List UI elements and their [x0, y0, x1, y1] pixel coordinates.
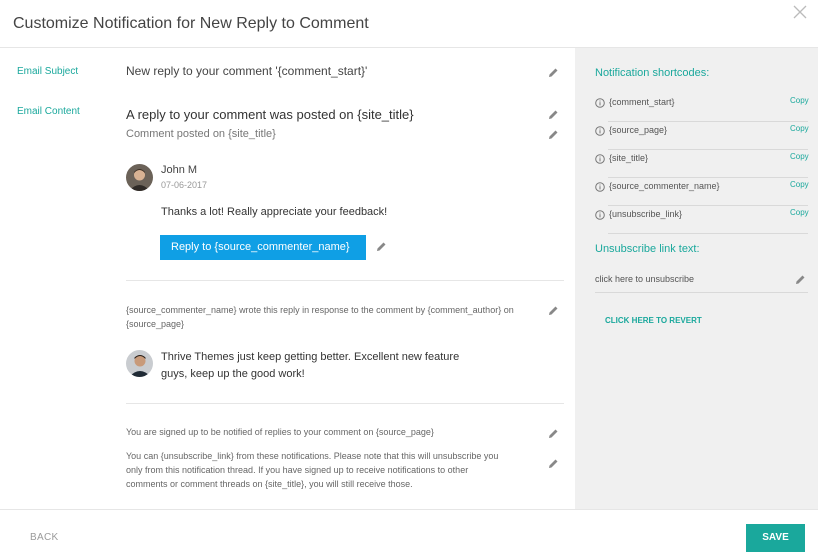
email-subject-label: Email Subject — [17, 66, 79, 77]
copy-shortcode-button[interactable]: Copy — [790, 180, 809, 189]
info-icon — [595, 126, 605, 136]
original-comment-line1: Thrive Themes just keep getting better. … — [161, 351, 460, 363]
edit-subheading-pencil-icon[interactable] — [548, 129, 559, 140]
shortcode-row: {source_commenter_name} Copy — [595, 178, 810, 206]
email-subject-value[interactable]: New reply to your comment '{comment_star… — [126, 64, 367, 78]
shortcode-divider — [608, 233, 808, 234]
edit-unsubscribe-link-pencil-icon[interactable] — [795, 274, 806, 285]
commenter-avatar — [126, 350, 153, 377]
back-button[interactable]: BACK — [30, 532, 58, 543]
shortcode-row: {comment_start} Copy — [595, 94, 810, 122]
copy-shortcode-button[interactable]: Copy — [790, 152, 809, 161]
shortcode-row: {source_page} Copy — [595, 122, 810, 150]
copy-shortcode-button[interactable]: Copy — [790, 124, 809, 133]
reply-to-commenter-button[interactable]: Reply to {source_commenter_name} — [160, 235, 366, 260]
shortcode-row: {site_title} Copy — [595, 150, 810, 178]
dialog-footer: BACK SAVE — [0, 509, 818, 559]
unsubscribe-text-line2[interactable]: only from this notification thread. If y… — [126, 465, 468, 475]
edit-unsubscribe-text-pencil-icon[interactable] — [548, 458, 559, 469]
edit-signup-pencil-icon[interactable] — [548, 428, 559, 439]
email-content-label: Email Content — [17, 106, 80, 117]
signup-text[interactable]: You are signed up to be notified of repl… — [126, 427, 434, 437]
unsubscribe-divider — [595, 292, 808, 293]
edit-reply-button-pencil-icon[interactable] — [376, 241, 387, 252]
section-divider — [126, 280, 564, 281]
dialog-title: Customize Notification for New Reply to … — [13, 15, 369, 32]
copy-shortcode-button[interactable]: Copy — [790, 96, 809, 105]
dialog-header: Customize Notification for New Reply to … — [0, 0, 818, 48]
save-button[interactable]: SAVE — [746, 524, 805, 552]
reply-author: John M — [161, 164, 198, 176]
shortcode-name: {source_commenter_name} — [609, 181, 720, 191]
edit-heading-pencil-icon[interactable] — [548, 109, 559, 120]
info-icon — [595, 210, 605, 220]
original-comment-line2: guys, keep up the good work! — [161, 368, 305, 380]
content-subheading[interactable]: Comment posted on {site_title} — [126, 128, 276, 140]
info-icon — [595, 98, 605, 108]
shortcodes-title: Notification shortcodes: — [595, 67, 710, 79]
edit-subject-pencil-icon[interactable] — [548, 67, 559, 78]
unsubscribe-text-line3[interactable]: comments or comment threads on {site_tit… — [126, 479, 413, 489]
shortcode-name: {site_title} — [609, 153, 649, 163]
shortcode-row: {unsubscribe_link} Copy — [595, 206, 810, 234]
copy-shortcode-button[interactable]: Copy — [790, 208, 809, 217]
shortcode-name: {source_page} — [609, 125, 668, 135]
unsubscribe-link-title: Unsubscribe link text: — [595, 243, 700, 255]
shortcode-name: {unsubscribe_link} — [609, 209, 683, 219]
context-text[interactable]: {source_commenter_name} wrote this reply… — [126, 303, 542, 331]
revert-link[interactable]: CLICK HERE TO REVERT — [605, 316, 702, 325]
unsubscribe-text-line1[interactable]: You can {unsubscribe_link} from these no… — [126, 451, 498, 461]
close-icon[interactable] — [793, 5, 807, 19]
reply-text: Thanks a lot! Really appreciate your fee… — [161, 206, 388, 218]
unsubscribe-link-value[interactable]: click here to unsubscribe — [595, 274, 694, 284]
edit-context-pencil-icon[interactable] — [548, 305, 559, 316]
shortcode-name: {comment_start} — [609, 97, 675, 107]
content-heading[interactable]: A reply to your comment was posted on {s… — [126, 107, 414, 122]
reply-date: 07-06-2017 — [161, 180, 208, 190]
info-icon — [595, 182, 605, 192]
john-avatar — [126, 164, 153, 191]
info-icon — [595, 154, 605, 164]
section-divider — [126, 403, 564, 404]
